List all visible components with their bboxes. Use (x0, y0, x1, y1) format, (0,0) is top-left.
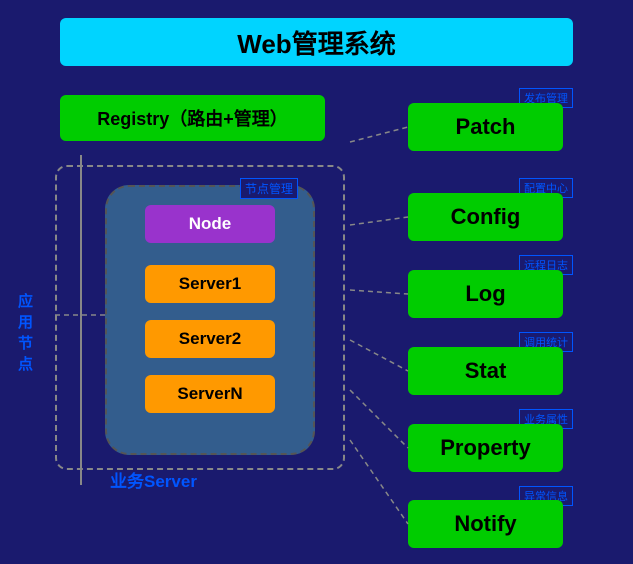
property-label: Property (440, 435, 530, 461)
config-box: Config (408, 193, 563, 241)
log-box: Log (408, 270, 563, 318)
node-mgmt-label: 节点管理 (240, 178, 298, 199)
node-box: Node (145, 205, 275, 243)
stat-label: Stat (465, 358, 507, 384)
patch-label: Patch (456, 114, 516, 140)
patch-box: Patch (408, 103, 563, 151)
server1-box: Server1 (145, 265, 275, 303)
notify-box: Notify (408, 500, 563, 548)
stat-box: Stat (408, 347, 563, 395)
server2-box: Server2 (145, 320, 275, 358)
serverN-label: ServerN (177, 384, 242, 404)
registry-label: Registry（路由+管理） (97, 105, 288, 131)
main-container: Web管理系统 Registry（路由+管理） 应 用 节 点 节点管理 Nod… (0, 0, 633, 564)
app-node-label: 应 用 节 点 (18, 290, 33, 374)
node-label: Node (189, 214, 232, 234)
registry-box: Registry（路由+管理） (60, 95, 325, 141)
server2-label: Server2 (179, 329, 241, 349)
biz-server-label: 业务Server (110, 467, 197, 492)
config-label: Config (451, 204, 521, 230)
serverN-box: ServerN (145, 375, 275, 413)
title-bar: Web管理系统 (60, 18, 573, 66)
notify-label: Notify (454, 511, 516, 537)
server1-label: Server1 (179, 274, 241, 294)
property-box: Property (408, 424, 563, 472)
log-label: Log (465, 281, 505, 307)
title-text: Web管理系统 (237, 24, 395, 61)
